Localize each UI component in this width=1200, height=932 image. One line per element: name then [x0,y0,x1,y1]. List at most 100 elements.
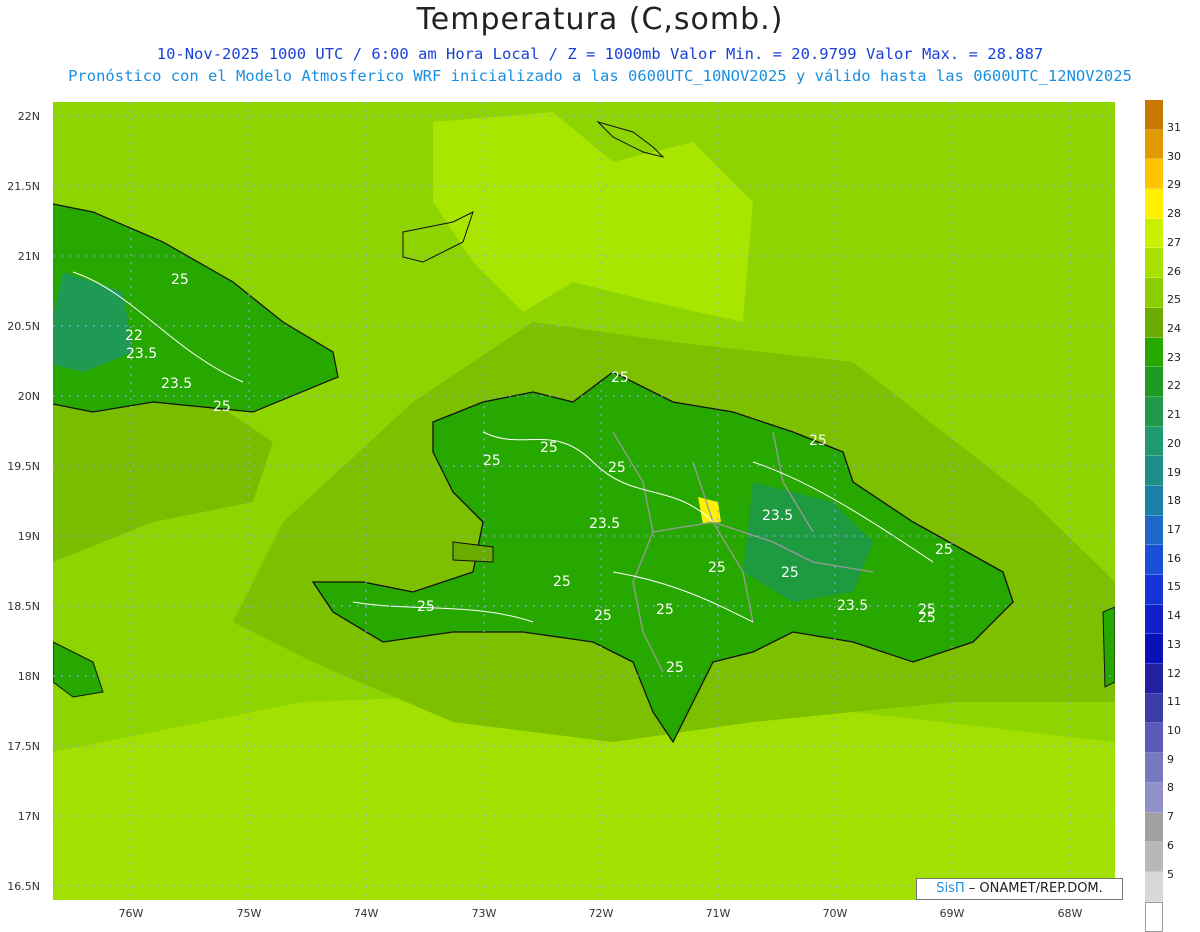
lat-tick-label: 20.5N [7,320,40,333]
colorbar-swatch [1145,307,1163,338]
colorbar-swatch [1145,812,1163,843]
colorbar-label: 9 [1167,753,1174,766]
map-title: Temperatura (C,somb.) [416,2,784,37]
lon-tick-label: 74W [353,907,379,920]
colorbar-swatch [1145,604,1163,635]
colorbar-swatch [1145,664,1163,694]
lat-tick-label: 17N [17,810,40,823]
contour-label: 25 [594,608,612,624]
puerto-rico-edge [1102,606,1115,688]
contour-label: 23.5 [762,508,793,524]
colorbar-swatch [1145,278,1163,308]
lat-tick-label: 17.5N [7,740,40,753]
lon-tick-label: 68W [1057,907,1083,920]
contour-label: 25 [781,565,799,581]
contour-label: 25 [935,542,953,558]
lat-tick-label: 22N [17,110,40,123]
colorbar-label: 11 [1167,695,1181,708]
colorbar-swatch [1145,426,1163,457]
colorbar-label: 12 [1167,667,1181,680]
colorbar-swatch [1145,901,1163,932]
colorbar-swatch [1145,545,1163,575]
subtitle-time-range: 10-Nov-2025 1000 UTC / 6:00 am Hora Loca… [156,45,1044,63]
contour-label: 23.5 [161,376,192,392]
colorbar-swatch [1145,218,1163,249]
subtitle-model-info: Pronóstico con el Modelo Atmosferico WRF… [68,67,1132,85]
contour-label: 25 [809,433,827,449]
contour-label: 25 [171,272,189,288]
colorbar-swatch [1145,456,1163,486]
contour-label: 25 [918,610,936,626]
colorbar-swatch [1145,693,1163,724]
contour-label: 25 [213,399,231,415]
colorbar-label: 8 [1167,781,1174,794]
contour-label: 25 [608,460,626,476]
colorbar-label: 20 [1167,437,1181,450]
colorbar-label: 21 [1167,408,1181,421]
lat-tick-label: 16.5N [7,880,40,893]
contour-label: 25 [656,602,674,618]
contour-label: 22 [125,328,143,344]
colorbar-swatch [1145,485,1163,516]
colorbar-swatch [1145,337,1163,368]
colorbar-label: 31 [1167,121,1181,134]
colorbar-swatch [1145,782,1163,813]
lat-tick-label: 18.5N [7,600,40,613]
colorbar-swatch [1145,100,1163,130]
colorbar-swatch [1145,753,1163,783]
lon-tick-label: 72W [588,907,614,920]
contour-label: 23.5 [126,346,157,362]
colorbar-swatch [1145,575,1163,605]
colorbar [1145,100,1163,932]
colorbar-label: 26 [1167,265,1181,278]
credit-box: SisΠ – ONAMET/REP.DOM. [916,878,1123,900]
contour-label: 25 [540,440,558,456]
colorbar-label: 16 [1167,552,1181,565]
contour-label: 25 [483,453,501,469]
colorbar-label: 18 [1167,494,1181,507]
lon-tick-label: 73W [471,907,497,920]
colorbar-swatch [1145,189,1163,219]
lat-tick-label: 20N [17,390,40,403]
lat-tick-label: 21N [17,250,40,263]
colorbar-swatch [1145,129,1163,160]
credit-brand: SisΠ [936,881,965,896]
lat-tick-label: 21.5N [7,180,40,193]
colorbar-swatch [1145,515,1163,546]
colorbar-swatch [1145,159,1163,190]
colorbar-swatch [1145,871,1163,902]
contour-label: 25 [611,370,629,386]
lon-tick-label: 71W [705,907,731,920]
colorbar-label: 6 [1167,839,1174,852]
colorbar-label: 25 [1167,293,1181,306]
lat-tick-label: 19N [17,530,40,543]
contour-label: 23.5 [837,598,868,614]
colorbar-label: 19 [1167,466,1181,479]
temperature-map[interactable]: 25 22 23.5 23.5 25 25 25 25 25 25 23.5 2… [53,102,1115,900]
colorbar-swatch [1145,248,1163,279]
colorbar-label: 5 [1167,868,1174,881]
colorbar-label: 14 [1167,609,1181,622]
colorbar-swatch [1145,723,1163,754]
contour-label: 23.5 [589,516,620,532]
lon-tick-label: 76W [118,907,144,920]
contour-label: 25 [417,599,435,615]
colorbar-label: 29 [1167,178,1181,191]
colorbar-label: 24 [1167,322,1181,335]
lon-tick-label: 75W [236,907,262,920]
lon-tick-label: 69W [939,907,965,920]
contour-label: 25 [553,574,571,590]
contour-label: 25 [708,560,726,576]
colorbar-swatch [1145,634,1163,665]
colorbar-label: 10 [1167,724,1181,737]
colorbar-label: 30 [1167,150,1181,163]
colorbar-swatch [1145,367,1163,397]
contour-label: 25 [666,660,684,676]
colorbar-label: 22 [1167,379,1181,392]
colorbar-label: 28 [1167,207,1181,220]
colorbar-label: 13 [1167,638,1181,651]
colorbar-label: 27 [1167,236,1181,249]
colorbar-label: 7 [1167,810,1174,823]
colorbar-swatch [1145,396,1163,427]
lat-tick-label: 19.5N [7,460,40,473]
